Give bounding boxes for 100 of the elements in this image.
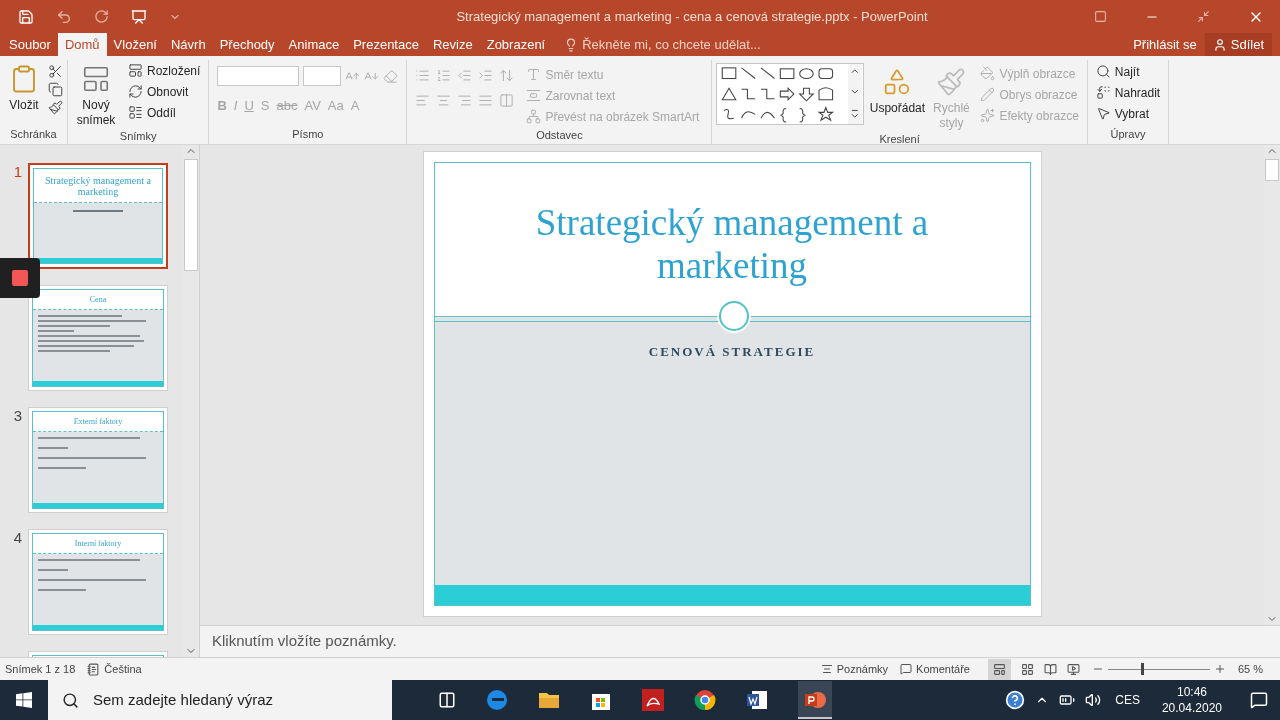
ribbon-button[interactable]: Vybrat bbox=[1091, 103, 1165, 124]
tell-me-field[interactable]: Řekněte mi, co chcete udělat... bbox=[552, 33, 761, 56]
paint-bucket-icon bbox=[980, 66, 996, 81]
slideshow-view-icon[interactable] bbox=[1066, 662, 1080, 676]
ribbon-tab[interactable]: Domů bbox=[57, 33, 107, 56]
ribbon-tab[interactable]: Vložení bbox=[106, 33, 164, 56]
ribbon-button[interactable]: Obnovit bbox=[124, 81, 205, 102]
zoom-slider-thumb[interactable] bbox=[1140, 662, 1144, 675]
copy-icon bbox=[48, 82, 63, 97]
slide-thumbnail[interactable]: Externí faktory bbox=[28, 407, 168, 513]
clock-time[interactable]: 10:46 bbox=[1176, 684, 1207, 700]
stop-record-button[interactable] bbox=[0, 258, 40, 298]
pencil-icon bbox=[980, 87, 996, 102]
slide-number: 1 bbox=[13, 163, 22, 182]
language-label[interactable]: Čeština bbox=[104, 660, 142, 678]
ribbon-display-icon[interactable] bbox=[1094, 10, 1107, 23]
quick-styles-icon bbox=[936, 67, 967, 97]
sign-in-link[interactable]: Přihlásit se bbox=[1125, 33, 1205, 56]
slide[interactable]: Strategický management a marketing CENOVÁ STRATEGIE bbox=[422, 151, 1042, 617]
reset-icon bbox=[128, 84, 143, 99]
stop-icon bbox=[12, 270, 28, 286]
scissors-icon bbox=[48, 64, 63, 79]
group-label: Schránka bbox=[9, 126, 58, 142]
smartart-icon bbox=[526, 109, 542, 124]
slide-number: 4 bbox=[13, 529, 22, 548]
notes-icon bbox=[820, 663, 833, 675]
slide-thumbnail[interactable]: Cena bbox=[28, 285, 168, 391]
redo-icon[interactable] bbox=[94, 9, 109, 24]
ribbon-button[interactable]: Rozložení bbox=[124, 60, 205, 81]
sorter-view-icon[interactable] bbox=[1020, 662, 1034, 676]
spelling-icon[interactable] bbox=[87, 662, 101, 676]
group-label: Písmo bbox=[291, 126, 325, 142]
clock-date[interactable]: 20.04.2020 bbox=[1161, 700, 1222, 716]
group-label: Snímky bbox=[118, 129, 158, 144]
indent-decrease-icon bbox=[457, 68, 473, 83]
indent-increase-icon bbox=[478, 68, 494, 83]
battery-icon[interactable] bbox=[1059, 692, 1076, 708]
section-icon bbox=[128, 105, 143, 120]
notes-field[interactable]: Kliknutím vložíte poznámky. bbox=[200, 625, 1280, 657]
font-name-field[interactable] bbox=[217, 66, 300, 86]
slide-thumbnail[interactable]: Strategický management a marketing bbox=[28, 163, 168, 269]
ribbon-tab[interactable]: Soubor bbox=[2, 33, 58, 56]
notes-button[interactable]: Poznámky bbox=[820, 660, 889, 678]
help-icon[interactable] bbox=[1005, 690, 1026, 710]
ribbon-button[interactable]: Najít bbox=[1091, 61, 1165, 82]
comments-button[interactable]: Komentáře bbox=[900, 660, 970, 678]
align-center-icon bbox=[436, 93, 452, 108]
notifications-icon[interactable] bbox=[1250, 691, 1268, 709]
task-view-icon[interactable] bbox=[438, 691, 456, 709]
sparkle-icon bbox=[980, 108, 996, 123]
powerpoint-icon[interactable] bbox=[804, 689, 826, 711]
thumbnail-title: Externí faktory bbox=[73, 416, 123, 427]
save-icon[interactable] bbox=[18, 8, 34, 25]
ribbon-tab[interactable]: Přechody bbox=[212, 33, 282, 56]
ribbon-large-button[interactable]: Vložit bbox=[4, 60, 44, 115]
zoom-in-icon[interactable] bbox=[1213, 663, 1226, 675]
taskbar-search-field[interactable]: Sem zadejte hledaný výraz bbox=[48, 680, 392, 720]
replace-icon bbox=[1095, 85, 1111, 100]
normal-view-button[interactable] bbox=[987, 658, 1011, 680]
folder-icon[interactable] bbox=[538, 690, 560, 710]
volume-icon[interactable] bbox=[1085, 692, 1102, 708]
text-direction-icon bbox=[526, 67, 542, 82]
pointer-icon bbox=[1095, 106, 1111, 121]
normal-view-icon bbox=[992, 662, 1006, 676]
slideshow-icon[interactable] bbox=[131, 8, 147, 25]
word-icon[interactable] bbox=[746, 689, 768, 711]
scroll-thumb[interactable] bbox=[1265, 159, 1279, 181]
font-size-field[interactable] bbox=[303, 66, 342, 86]
ribbon-button[interactable]: Nahradit bbox=[1091, 82, 1165, 103]
layout-icon bbox=[128, 63, 143, 78]
undo-icon[interactable] bbox=[56, 8, 72, 25]
ribbon-tab[interactable]: Zobrazení bbox=[479, 33, 553, 56]
restore-icon[interactable] bbox=[1197, 10, 1210, 23]
pdf-reader-icon[interactable] bbox=[642, 689, 664, 711]
thumbnail-title: Strategický management a marketing bbox=[43, 174, 153, 197]
windows-logo[interactable] bbox=[16, 692, 32, 708]
search-icon bbox=[62, 691, 79, 709]
group-label: Úpravy bbox=[1109, 126, 1147, 142]
share-button[interactable]: Sdílet bbox=[1204, 33, 1272, 56]
ribbon-tab[interactable]: Animace bbox=[281, 33, 347, 56]
ribbon-tab[interactable]: Revize bbox=[425, 33, 480, 56]
bullets-icon bbox=[415, 68, 431, 83]
zoom-level[interactable]: 65 % bbox=[1237, 660, 1263, 678]
slide-thumbnail[interactable]: Interní faktory bbox=[28, 529, 168, 635]
ribbon-large-button[interactable]: Uspořádat bbox=[868, 63, 927, 131]
browser-icon[interactable] bbox=[486, 689, 508, 711]
reading-view-icon[interactable] bbox=[1043, 662, 1057, 676]
ribbon-large-button[interactable]: Nový snímek bbox=[72, 60, 120, 128]
justify-icon bbox=[478, 93, 494, 108]
input-language[interactable]: CES bbox=[1111, 691, 1144, 709]
slide-subtitle[interactable]: CENOVÁ STRATEGIE bbox=[648, 342, 816, 360]
ribbon-button[interactable]: Oddíl bbox=[124, 102, 205, 123]
group-label: Kreslení bbox=[878, 132, 921, 147]
scroll-thumb[interactable] bbox=[184, 159, 198, 271]
chrome-icon[interactable] bbox=[694, 689, 716, 711]
columns-icon bbox=[499, 93, 515, 108]
ribbon-tab[interactable]: Prezentace bbox=[346, 33, 426, 56]
align-left-icon bbox=[415, 93, 431, 108]
shapes-gallery[interactable] bbox=[716, 63, 865, 125]
ribbon-tab[interactable]: Návrh bbox=[164, 33, 213, 56]
